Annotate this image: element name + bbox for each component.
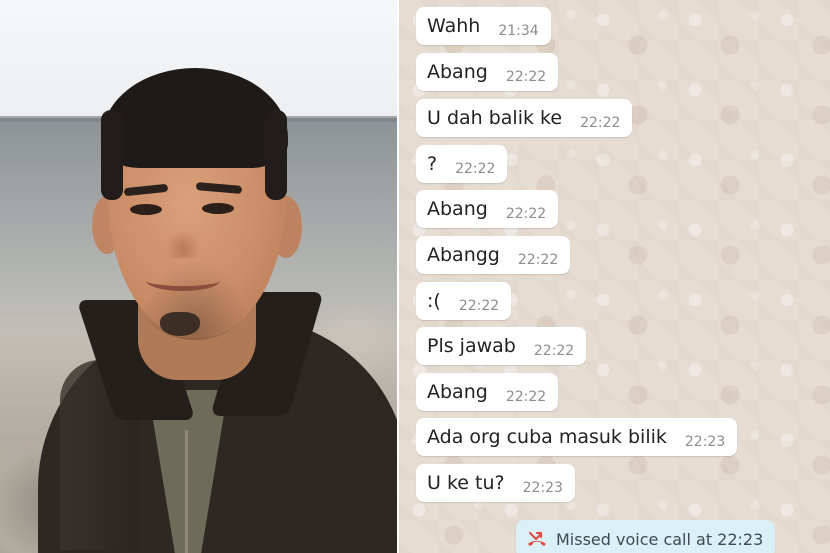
message-text: Ada org cuba masuk bilik — [427, 426, 667, 448]
chat-conversation[interactable]: Wahh 21:34 Abang 22:22 U dah balik ke 22… — [399, 0, 830, 553]
message-time: 22:22 — [505, 389, 547, 405]
message-text: Pls jawab — [427, 335, 516, 357]
message-bubble[interactable]: Abang 22:22 — [416, 373, 559, 411]
message-text: Abang — [427, 381, 488, 403]
eye — [130, 204, 162, 215]
goatee — [160, 312, 200, 336]
message-time: 22:22 — [533, 343, 575, 359]
message-text: U ke tu? — [427, 472, 505, 494]
message-text: Abang — [427, 61, 488, 83]
missed-call-notice[interactable]: Missed voice call at 22:23 — [516, 520, 776, 553]
nose — [166, 230, 200, 258]
message-text: Abang — [427, 198, 488, 220]
message-time: 22:23 — [522, 480, 563, 496]
smile — [146, 270, 220, 291]
hair — [265, 110, 287, 200]
message-text: :( — [427, 290, 441, 312]
message-text: U dah balik ke — [427, 107, 563, 129]
message-time: 22:22 — [455, 161, 496, 177]
jacket-zip — [185, 430, 188, 553]
message-bubble[interactable]: Pls jawab 22:22 — [416, 327, 587, 365]
message-time: 22:22 — [505, 69, 547, 85]
message-time: 22:22 — [517, 252, 559, 268]
message-time: 22:22 — [458, 298, 500, 314]
message-time: 21:34 — [498, 23, 539, 39]
message-bubble[interactable]: :( 22:22 — [416, 282, 512, 320]
message-time: 22:22 — [580, 115, 621, 131]
missed-call-icon — [526, 528, 548, 550]
message-text: Abangg — [427, 244, 500, 266]
message-time: 22:23 — [684, 434, 726, 450]
message-bubble[interactable]: Wahh 21:34 — [416, 7, 551, 45]
message-bubble[interactable]: Abang 22:22 — [416, 190, 559, 228]
message-bubble[interactable]: ? 22:22 — [416, 145, 508, 183]
message-bubble[interactable]: U ke tu? 22:23 — [416, 464, 575, 502]
message-bubble[interactable]: Ada org cuba masuk bilik 22:23 — [416, 418, 738, 456]
message-bubble[interactable]: U dah balik ke 22:22 — [416, 99, 633, 137]
portrait-photo — [0, 0, 399, 553]
message-text: Wahh — [427, 15, 481, 37]
missed-call-text: Missed voice call at 22:23 — [556, 529, 764, 549]
eye — [202, 203, 234, 214]
hair — [101, 110, 123, 200]
message-text: ? — [427, 153, 438, 175]
message-bubble[interactable]: Abangg 22:22 — [416, 236, 571, 274]
composite-image: Wahh 21:34 Abang 22:22 U dah balik ke 22… — [0, 0, 830, 553]
message-bubble[interactable]: Abang 22:22 — [416, 53, 559, 91]
message-time: 22:22 — [505, 206, 547, 222]
